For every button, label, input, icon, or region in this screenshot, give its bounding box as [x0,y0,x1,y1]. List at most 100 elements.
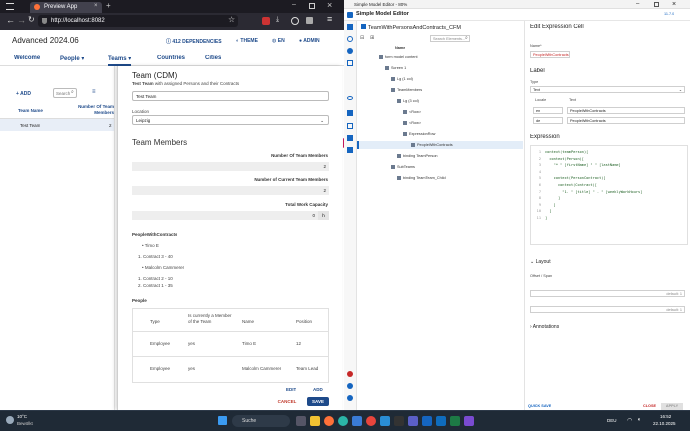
collapse-all-icon[interactable]: ⊟ [360,35,364,41]
store-icon[interactable] [352,416,362,426]
tree-node[interactable]: form model content [357,53,523,61]
sidebar-tree-icon[interactable] [347,24,353,30]
editor-taskbar-icon[interactable] [422,416,432,426]
tree-node[interactable]: binding TeamTeam_Child [357,174,523,182]
edge-icon[interactable] [338,416,348,426]
location-select[interactable]: Leipzig ⌄ [132,115,329,125]
terminal-icon[interactable] [394,416,404,426]
app-icon[interactable] [464,416,474,426]
people-col-name[interactable]: Name [242,319,254,324]
span-input[interactable]: default: 1 [530,306,685,313]
window-maximize-icon[interactable] [309,3,315,9]
tree-node[interactable]: Lg (3 col) [357,97,523,105]
shield-icon[interactable] [42,18,47,24]
add-person-button[interactable]: ADD [313,387,323,392]
forward-icon[interactable]: → [17,15,26,25]
tree-node[interactable]: <Row> [357,119,523,127]
theme-button[interactable]: ◐ THEME [236,38,258,44]
col-team-name[interactable]: Team Name [18,108,43,113]
language-button[interactable]: ◍ EN [272,38,285,44]
bookmark-icon[interactable]: ☆ [228,15,235,24]
tree-node[interactable]: ExpressionRow [357,130,523,138]
sidebar-info-icon[interactable] [347,395,353,401]
expression-editor[interactable]: 1 context(teamPerson)[2 context(Person)[3… [530,145,688,245]
sidebar-box-icon[interactable] [347,135,353,141]
nav-welcome[interactable]: Welcome [14,55,40,65]
tree-node[interactable]: SubTeams [357,163,523,171]
sidebar-link-icon[interactable] [347,110,353,116]
tree-node[interactable]: binding TeamPerson [357,152,523,160]
nav-people[interactable]: People ▾ [60,55,84,65]
sidebar-search-icon[interactable] [347,36,353,42]
tree-node[interactable]: <Row> [357,108,523,116]
window-close-icon[interactable]: × [327,0,332,10]
teams-icon[interactable] [408,416,418,426]
url-bar[interactable]: http://localhost:8082 [38,15,238,27]
annotations-section[interactable]: › Annotations [530,324,559,330]
taskview-icon[interactable] [296,416,306,426]
table-row[interactable]: Employee yes Timo E 12 [133,332,328,356]
excel-icon[interactable] [450,416,460,426]
add-team-button[interactable]: + ADD [16,91,31,97]
cancel-button[interactable]: CANCEL [275,397,299,406]
clock-date[interactable]: 22.10.2025 [653,421,676,426]
editor-minimize-icon[interactable]: – [636,0,639,8]
label-text-en[interactable]: PeopleWithContracts [567,107,685,114]
label-text-de[interactable]: PeopleWithContracts [567,117,685,124]
tree-node[interactable]: Lg (1 col) [357,75,523,83]
sidebar-alert-icon[interactable] [347,371,353,377]
table-row[interactable]: Employee yes Malcolm Cammerer Team Lead [133,357,328,383]
editor-maximize-icon[interactable] [654,2,659,7]
apply-button[interactable]: APPLY [661,403,683,410]
vscode-icon[interactable] [380,416,390,426]
admin-button[interactable]: ● ADMIN [299,38,320,44]
nav-countries[interactable]: Countries [157,55,185,65]
account-icon[interactable] [291,17,299,25]
chrome-icon[interactable] [366,416,376,426]
close-button[interactable]: CLOSE [643,404,656,408]
tab-close-icon[interactable]: × [94,3,98,9]
outlook-icon[interactable] [436,416,446,426]
reload-icon[interactable]: ↻ [28,15,35,24]
firefox-taskbar-icon[interactable] [324,416,334,426]
nav-teams[interactable]: Teams ▾ [108,55,132,66]
tree-search-input[interactable]: Search Elements... [430,35,470,42]
sidebar-eye-icon[interactable] [347,96,353,100]
label-locale-de[interactable]: de [533,117,563,124]
people-col-member[interactable]: Is currently a Member of the Team [188,313,233,325]
volume-icon[interactable]: ◖ [637,417,641,423]
sidebar-grid-icon[interactable] [347,123,353,129]
tree-node[interactable]: Screen 1 [357,64,523,72]
start-icon[interactable] [218,416,227,425]
wifi-icon[interactable]: ◠ [627,417,632,424]
puzzle-icon[interactable] [306,17,313,24]
col-number-members[interactable]: Number Of Team Members [76,104,114,116]
hamburger-menu-icon[interactable]: ≡ [327,14,332,24]
offset-input[interactable]: default: 1 [530,290,685,297]
clock-time[interactable]: 16:52 [660,414,671,419]
table-row[interactable]: Test Team 2 [0,118,114,131]
team-name-input[interactable]: Test Team [132,91,329,101]
search-icon[interactable]: ⌕ [71,89,74,95]
explorer-icon[interactable] [310,416,320,426]
edit-person-button[interactable]: EDIT [286,387,296,392]
editor-close-icon[interactable]: × [672,0,676,8]
browser-menu-icon[interactable] [6,3,14,10]
tree-node[interactable]: PeopleWithContracts [357,141,523,149]
people-col-type[interactable]: Type [150,319,160,324]
filter-icon[interactable]: ≡ [92,89,96,95]
back-icon[interactable]: ← [6,15,15,25]
sidebar-cube-icon[interactable] [347,147,353,153]
sidebar-sync-icon[interactable] [347,383,353,389]
nav-cities[interactable]: Cities [205,55,221,65]
weather-icon[interactable] [6,416,14,424]
name-input[interactable]: PeopleWithContracts [530,51,570,58]
label-locale-en[interactable]: en [533,107,563,114]
extensions-icon[interactable] [262,17,270,25]
tab-preview-app[interactable]: Preview App [30,2,102,13]
type-select[interactable]: Text ⌄ [530,86,685,93]
tree-node[interactable]: TeamMembers [357,86,523,94]
downloads-icon[interactable]: ⤓ [276,16,279,24]
quick-save-button[interactable]: QUICK SAVE [528,404,551,408]
new-tab-icon[interactable]: + [106,1,111,10]
